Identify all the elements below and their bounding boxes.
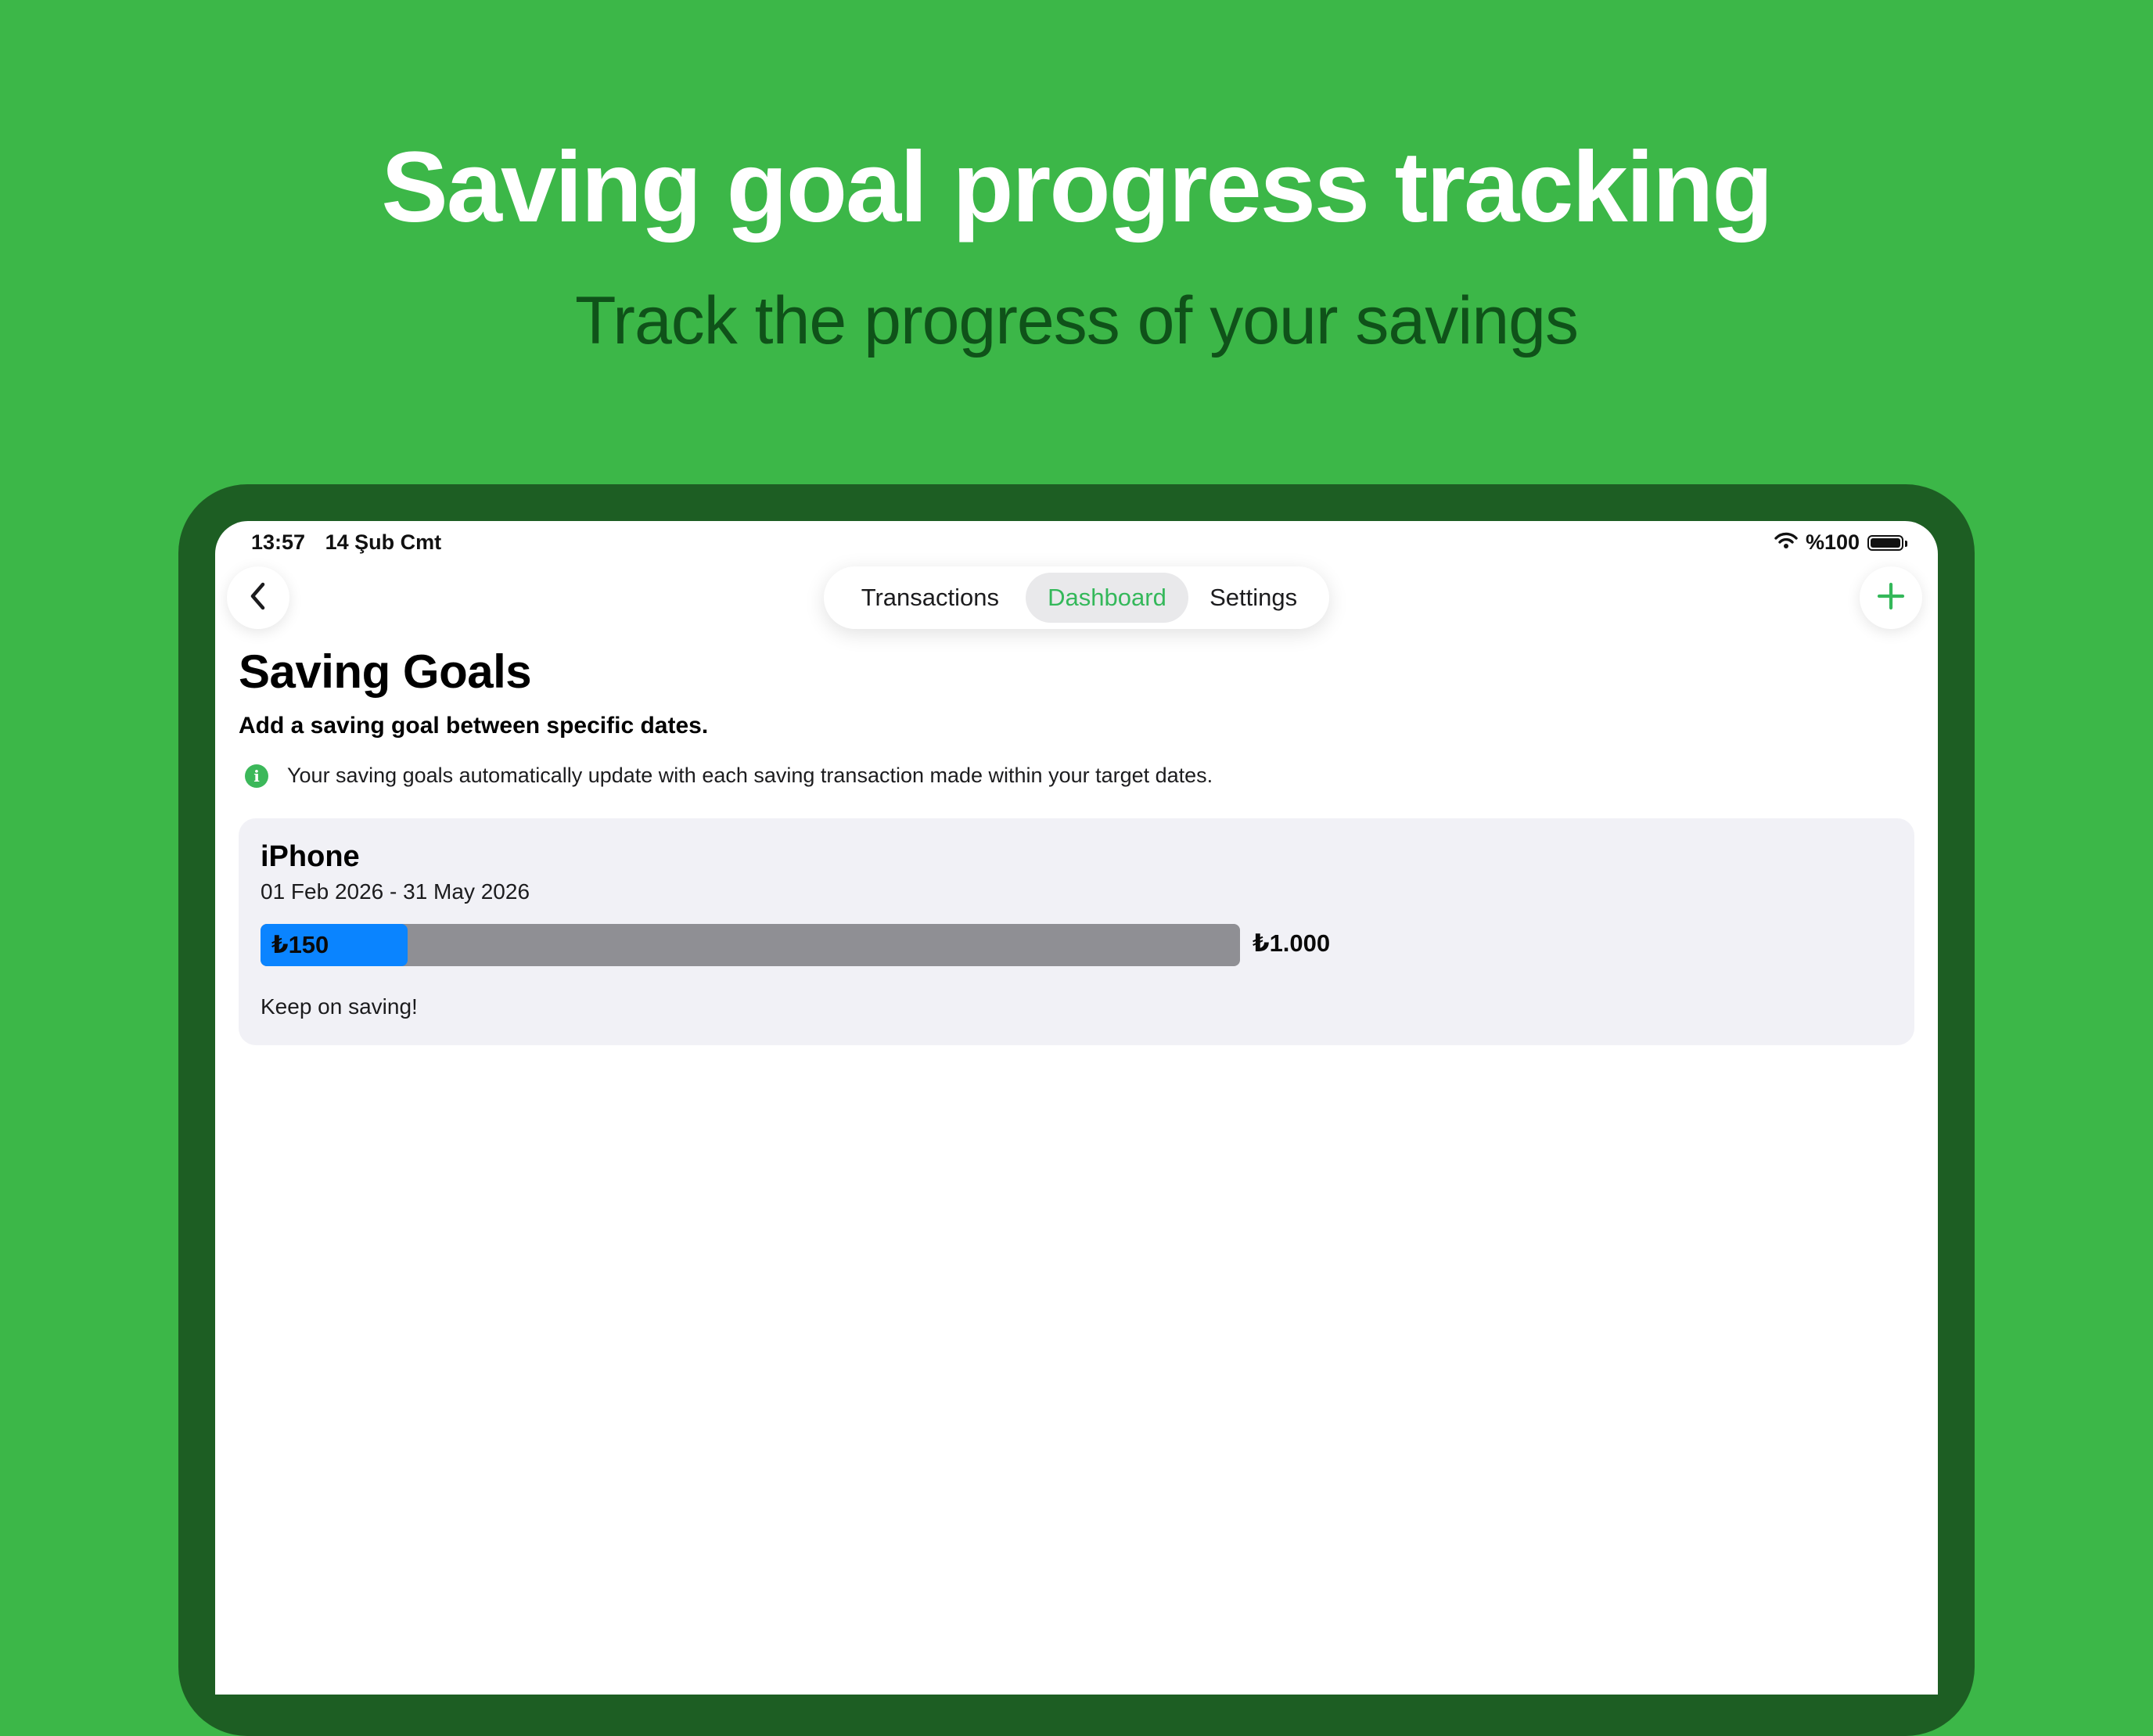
wifi-icon [1774, 530, 1798, 555]
goal-progress-fill: ₺150 [261, 924, 408, 966]
info-text: Your saving goals automatically update w… [287, 764, 1213, 787]
battery-level [1871, 537, 1900, 548]
saving-goal-card[interactable]: iPhone 01 Feb 2026 - 31 May 2026 ₺150 ₺1… [239, 818, 1914, 1045]
page-subtitle: Add a saving goal between specific dates… [239, 713, 709, 739]
segmented-tab-bar: Transactions Dashboard Settings [824, 566, 1329, 629]
info-note: i Your saving goals automatically update… [245, 764, 1213, 788]
goal-target-amount: ₺1.000 [1253, 929, 1331, 957]
status-date: 14 Şub Cmt [325, 530, 442, 554]
status-time: 13:57 [251, 530, 306, 554]
app-screen: 13:57 14 Şub Cmt %100 Transactions Dashb… [215, 521, 1938, 1695]
tab-settings[interactable]: Settings [1188, 573, 1318, 623]
plus-icon [1877, 582, 1905, 614]
status-bar-right: %100 [1774, 530, 1907, 555]
chevron-left-icon [246, 580, 270, 616]
goal-progress-bar: ₺150 [261, 924, 1240, 966]
status-bar-left: 13:57 14 Şub Cmt [251, 530, 455, 555]
promo-headline: Saving goal progress tracking [381, 131, 1773, 243]
tab-dashboard[interactable]: Dashboard [1025, 573, 1189, 623]
back-button[interactable] [227, 566, 289, 629]
goal-current-amount: ₺150 [271, 931, 329, 958]
goal-name: iPhone [261, 840, 360, 873]
goal-status-message: Keep on saving! [261, 994, 418, 1019]
battery-percentage: %100 [1805, 530, 1860, 554]
goal-dates: 01 Feb 2026 - 31 May 2026 [261, 879, 530, 904]
battery-icon [1867, 534, 1907, 551]
page-title: Saving Goals [239, 645, 532, 698]
add-goal-button[interactable] [1860, 566, 1922, 629]
battery-tip [1905, 540, 1907, 547]
info-icon: i [245, 764, 268, 788]
promo-subheadline: Track the progress of your savings [574, 283, 1579, 358]
tab-transactions[interactable]: Transactions [835, 573, 1026, 623]
